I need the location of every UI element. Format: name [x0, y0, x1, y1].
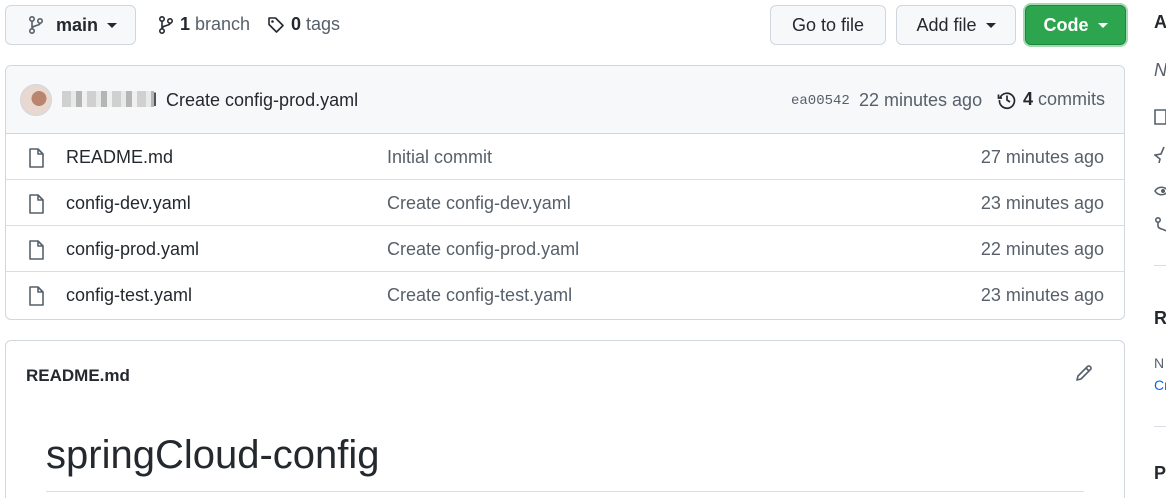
- go-to-file-label: Go to file: [791, 14, 865, 35]
- tags-link[interactable]: 0 tags: [267, 14, 340, 35]
- eye-icon[interactable]: [1154, 182, 1166, 200]
- commits-label: commits: [1038, 89, 1106, 109]
- latest-commit-sha[interactable]: ea00542: [791, 93, 850, 109]
- branch-label: branch: [195, 14, 251, 34]
- file-commit-message[interactable]: Create config-dev.yaml: [387, 193, 571, 214]
- branch-select-button[interactable]: main: [5, 5, 136, 45]
- branch-name: main: [56, 14, 99, 35]
- latest-commit-bar: l Create config-prod.yaml ea00542 22 min…: [6, 66, 1124, 134]
- file-name[interactable]: config-test.yaml: [66, 285, 192, 306]
- fork-icon[interactable]: [1154, 216, 1166, 236]
- chevron-down-icon: [107, 22, 118, 28]
- create-release-link[interactable]: Cr: [1154, 377, 1166, 393]
- description-text: N: [1154, 60, 1166, 80]
- tag-label: tags: [306, 14, 341, 34]
- no-releases-text: N: [1154, 355, 1165, 371]
- releases-heading[interactable]: R: [1154, 308, 1166, 329]
- file-name[interactable]: config-dev.yaml: [66, 193, 191, 214]
- file-commit-message[interactable]: Create config-test.yaml: [387, 285, 572, 306]
- sidebar-divider: [1154, 265, 1166, 266]
- star-icon[interactable]: [1154, 145, 1166, 163]
- branch-icon: [29, 16, 44, 34]
- author-name-redacted: [62, 91, 154, 107]
- author-name-tail[interactable]: l: [153, 90, 157, 111]
- avatar[interactable]: [20, 84, 52, 116]
- commit-count: 4: [1023, 89, 1034, 109]
- file-browser: l Create config-prod.yaml ea00542 22 min…: [5, 65, 1125, 320]
- commits-link[interactable]: 4 commits: [997, 89, 1105, 110]
- file-commit-age: 27 minutes ago: [980, 147, 1104, 167]
- latest-commit-message[interactable]: Create config-prod.yaml: [166, 90, 358, 111]
- branch-count: 1: [180, 14, 191, 34]
- code-button[interactable]: Code: [1025, 5, 1126, 45]
- readme-filename[interactable]: README.md: [26, 366, 130, 386]
- about-heading: A: [1154, 12, 1166, 32]
- history-icon: [997, 91, 1016, 109]
- readme-heading: springCloud-config: [46, 433, 380, 477]
- go-to-file-button[interactable]: Go to file: [770, 5, 886, 45]
- readme-panel: README.md springCloud-config: [5, 340, 1125, 498]
- branches-link[interactable]: 1 branch: [158, 14, 250, 35]
- file-icon: [29, 194, 44, 214]
- file-commit-age: 23 minutes ago: [980, 193, 1104, 213]
- packages-heading[interactable]: P: [1154, 463, 1166, 484]
- pencil-icon[interactable]: [1074, 363, 1094, 383]
- code-label: Code: [1043, 14, 1089, 35]
- heading-divider: [46, 491, 1084, 492]
- file-row[interactable]: README.md Initial commit 27 minutes ago: [6, 134, 1124, 180]
- file-row[interactable]: config-dev.yaml Create config-dev.yaml 2…: [6, 180, 1124, 226]
- book-icon[interactable]: [1154, 108, 1166, 126]
- file-commit-message[interactable]: Create config-prod.yaml: [387, 239, 579, 260]
- file-icon: [29, 240, 44, 260]
- file-commit-message[interactable]: Initial commit: [387, 147, 492, 168]
- file-name[interactable]: README.md: [66, 147, 173, 168]
- tag-icon: [268, 16, 284, 33]
- add-file-button[interactable]: Add file: [896, 5, 1016, 45]
- file-icon: [29, 148, 44, 168]
- file-row[interactable]: config-test.yaml Create config-test.yaml…: [6, 272, 1124, 318]
- file-name[interactable]: config-prod.yaml: [66, 239, 199, 260]
- add-file-label: Add file: [916, 14, 977, 35]
- tag-count: 0: [291, 14, 302, 34]
- file-commit-age: 22 minutes ago: [980, 239, 1104, 259]
- chevron-down-icon: [1097, 22, 1108, 28]
- file-icon: [29, 286, 44, 306]
- latest-commit-age: 22 minutes ago: [859, 90, 983, 110]
- branch-icon: [159, 15, 174, 34]
- file-row[interactable]: config-prod.yaml Create config-prod.yaml…: [6, 226, 1124, 272]
- sidebar-divider: [1154, 426, 1166, 427]
- file-commit-age: 23 minutes ago: [980, 285, 1104, 305]
- chevron-down-icon: [985, 22, 996, 28]
